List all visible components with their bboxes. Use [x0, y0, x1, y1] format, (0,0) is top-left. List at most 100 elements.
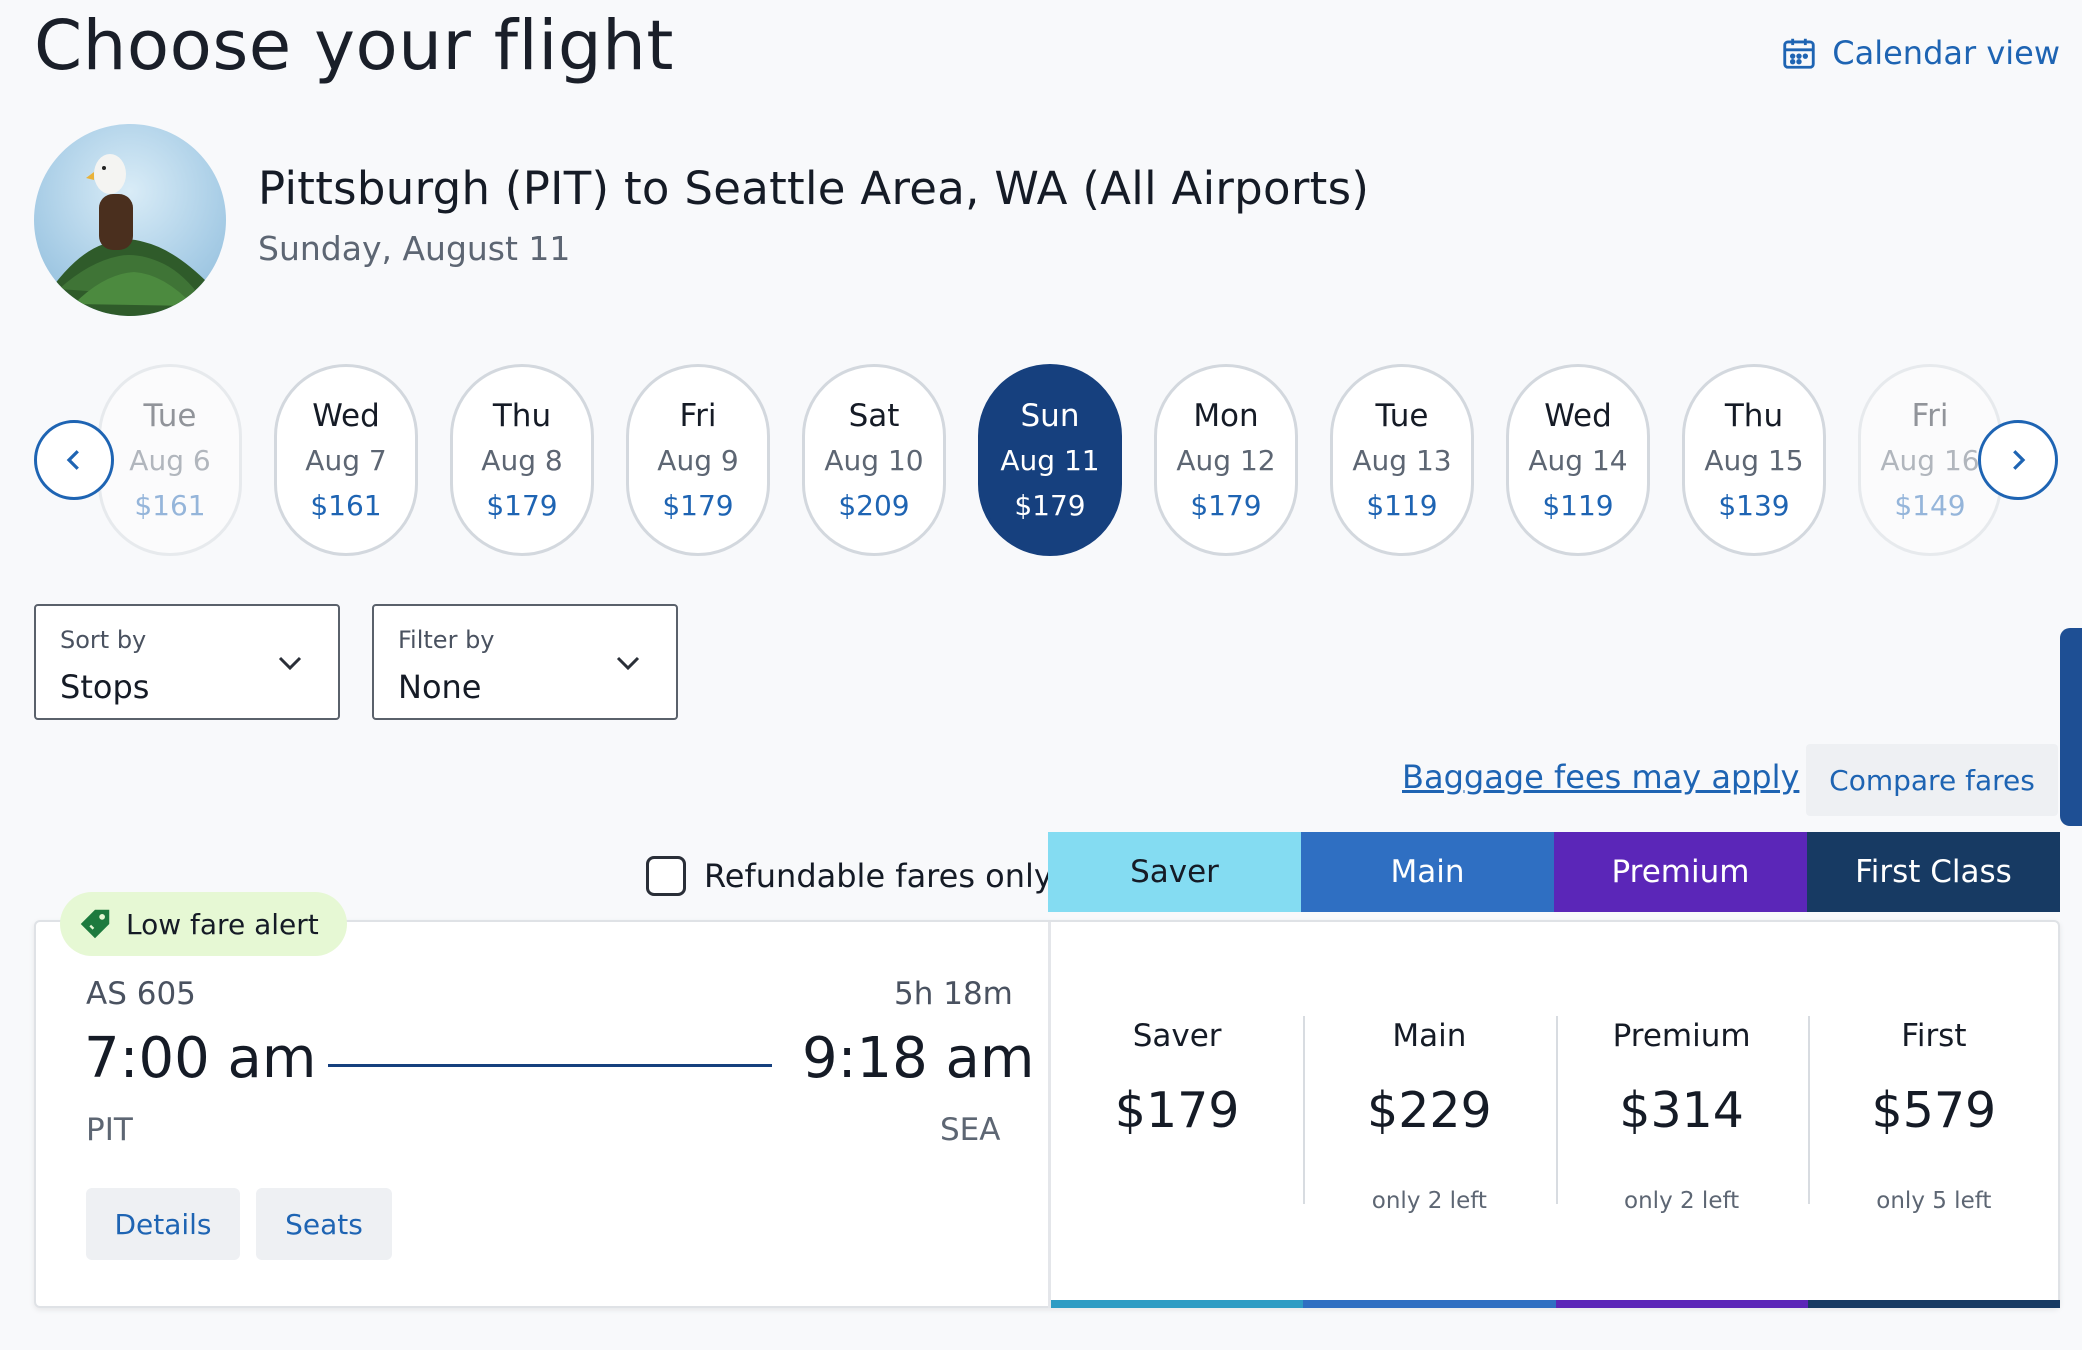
filter-by-label: Filter by — [398, 626, 495, 654]
fare-class-headers: Saver Main Premium First Class — [1048, 832, 2060, 912]
compare-fares-button[interactable]: Compare fares — [1806, 744, 2058, 816]
fare-color-bar — [1807, 1300, 2060, 1308]
low-fare-alert-badge: Low fare alert — [60, 892, 347, 956]
date-option-date: Aug 8 — [481, 444, 563, 477]
date-option-price: $119 — [1366, 489, 1438, 522]
date-option[interactable]: Wed Aug 7 $161 — [274, 364, 418, 556]
baggage-fees-link[interactable]: Baggage fees may apply — [1402, 758, 1829, 796]
date-option-date: Aug 10 — [824, 444, 924, 477]
date-option-day: Wed — [1544, 398, 1612, 434]
departure-time: 7:00 am — [84, 1026, 317, 1091]
filter-by-value: None — [398, 668, 482, 706]
fare-seats-left: only 5 left — [1876, 1188, 1992, 1214]
feedback-side-tab[interactable] — [2060, 628, 2082, 826]
fare-option-first[interactable]: First $579 only 5 left — [1807, 922, 2060, 1308]
date-option-date: Aug 15 — [1704, 444, 1804, 477]
chevron-right-icon — [2013, 450, 2026, 470]
arrival-time: 9:18 am — [802, 1026, 1035, 1091]
calendar-icon — [1783, 38, 1815, 69]
flight-card: AS 605 5h 18m 7:00 am 9:18 am PIT SEA De… — [34, 920, 2060, 1308]
seats-button[interactable]: Seats — [256, 1188, 392, 1260]
date-option-day: Thu — [1724, 398, 1784, 434]
date-option-day: Mon — [1193, 398, 1259, 434]
fare-option-main[interactable]: Main $229 only 2 left — [1303, 922, 1556, 1308]
date-option-price: $209 — [838, 489, 910, 522]
date-option-price: $179 — [486, 489, 558, 522]
fare-name: Saver — [1132, 1018, 1222, 1054]
date-option[interactable]: Thu Aug 15 $139 — [1682, 364, 1826, 556]
fare-price: $229 — [1367, 1082, 1492, 1139]
date-option[interactable]: Tue Aug 13 $119 — [1330, 364, 1474, 556]
chevron-left-icon — [66, 450, 79, 470]
date-option[interactable]: Fri Aug 9 $179 — [626, 364, 770, 556]
date-option-date: Aug 12 — [1176, 444, 1276, 477]
calendar-view-label: Calendar view — [1832, 34, 2060, 72]
refundable-label: Refundable fares only — [704, 857, 1053, 895]
date-option[interactable]: Tue Aug 6 $161 — [98, 364, 242, 556]
sort-by-select[interactable]: Sort by Stops — [34, 604, 340, 720]
route-line — [328, 1064, 772, 1067]
date-option-date: Aug 16 — [1880, 444, 1980, 477]
fare-seats-left: only 2 left — [1371, 1188, 1487, 1214]
date-option-price: $119 — [1542, 489, 1614, 522]
page-title: Choose your flight — [34, 6, 674, 86]
date-option-day: Fri — [1911, 398, 1949, 434]
refundable-fares-toggle[interactable]: Refundable fares only — [646, 856, 1053, 896]
flight-duration: 5h 18m — [894, 976, 1013, 1012]
fare-header-saver[interactable]: Saver — [1048, 832, 1301, 912]
price-tag-icon — [80, 909, 110, 939]
date-option[interactable]: Mon Aug 12 $179 — [1154, 364, 1298, 556]
date-option-date: Aug 7 — [305, 444, 387, 477]
fare-price: $579 — [1871, 1082, 1997, 1139]
date-option-date: Aug 11 — [1000, 444, 1100, 477]
fare-color-bar — [1303, 1300, 1556, 1308]
date-option[interactable]: Thu Aug 8 $179 — [450, 364, 594, 556]
fare-price: $314 — [1619, 1082, 1744, 1139]
fare-color-bar — [1555, 1300, 1808, 1308]
fare-option-premium[interactable]: Premium $314 only 2 left — [1555, 922, 1808, 1308]
date-option[interactable]: Sun Aug 11 $179 — [978, 364, 1122, 556]
route-date: Sunday, August 11 — [258, 229, 571, 268]
eagle-image — [34, 154, 226, 316]
fare-options: Saver $179 Main $229 only 2 left Premium… — [1051, 922, 2060, 1308]
date-option-day: Wed — [312, 398, 380, 434]
fare-name: Main — [1392, 1018, 1467, 1054]
flight-number: AS 605 — [86, 976, 196, 1012]
date-option-day: Tue — [143, 398, 197, 434]
date-option-price: $161 — [310, 489, 382, 522]
fare-header-premium[interactable]: Premium — [1554, 832, 1807, 912]
chevron-down-icon — [278, 656, 302, 671]
fare-name: First — [1901, 1018, 1967, 1054]
calendar-view-link[interactable]: Calendar view — [1780, 34, 2060, 72]
fare-price: $179 — [1114, 1082, 1240, 1139]
date-option-day: Sat — [848, 398, 900, 434]
date-option-day: Fri — [679, 398, 717, 434]
fare-option-saver[interactable]: Saver $179 — [1051, 922, 1304, 1308]
next-dates-button[interactable] — [1978, 420, 2058, 500]
date-option-day: Thu — [492, 398, 552, 434]
date-option-date: Aug 14 — [1528, 444, 1628, 477]
chevron-down-icon — [616, 656, 640, 671]
date-option-price: $139 — [1718, 489, 1790, 522]
destination-avatar — [34, 124, 226, 316]
date-option-price: $179 — [662, 489, 734, 522]
departure-airport: PIT — [86, 1112, 133, 1148]
details-button[interactable]: Details — [86, 1188, 240, 1260]
arrival-airport: SEA — [940, 1112, 1001, 1148]
date-option[interactable]: Sat Aug 10 $209 — [802, 364, 946, 556]
date-option-price: $149 — [1894, 489, 1966, 522]
baggage-fees-label: Baggage fees may apply — [1402, 758, 1800, 796]
date-option-date: Aug 13 — [1352, 444, 1452, 477]
fare-header-main[interactable]: Main — [1301, 832, 1554, 912]
fare-header-first-class[interactable]: First Class — [1807, 832, 2060, 912]
date-option-date: Aug 9 — [657, 444, 739, 477]
refundable-checkbox[interactable] — [646, 856, 686, 896]
date-option-day: Sun — [1020, 398, 1080, 434]
date-option-day: Tue — [1375, 398, 1429, 434]
route-title: Pittsburgh (PIT) to Seattle Area, WA (Al… — [258, 162, 1370, 215]
previous-dates-button[interactable] — [34, 420, 114, 500]
date-option[interactable]: Wed Aug 14 $119 — [1506, 364, 1650, 556]
fare-color-bar — [1051, 1300, 1304, 1308]
filter-by-select[interactable]: Filter by None — [372, 604, 678, 720]
sort-by-value: Stops — [60, 668, 150, 706]
